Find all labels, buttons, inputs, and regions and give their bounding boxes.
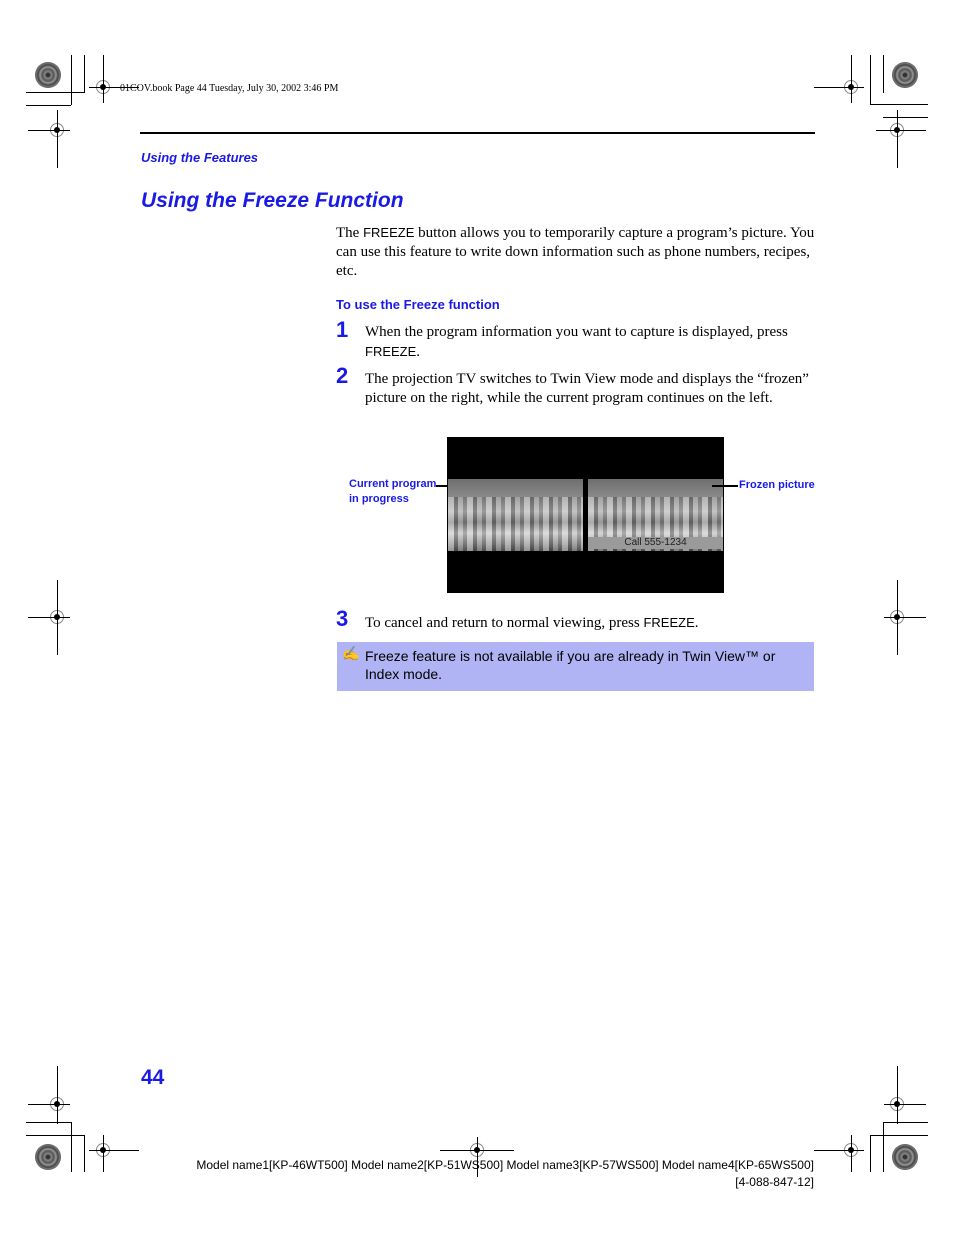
freeze-button-ref: FREEZE [365,344,417,359]
pencil-note-icon: ✍ [342,647,360,662]
current-program-picture [448,479,583,551]
callout-line [712,485,738,487]
footer: Model name1[KP-46WT500] Model name2[KP-5… [196,1157,814,1191]
step-number: 1 [336,317,349,342]
note-text: Freeze feature is not available if you a… [365,648,776,682]
step-text: When the program information you want to… [365,324,788,360]
frozen-picture-label: Frozen picture [739,479,815,491]
registration-disc-icon [35,1144,61,1170]
registration-disc-icon [892,1144,918,1170]
step-text: The projection TV switches to Twin View … [365,371,809,406]
page-title: Using the Freeze Function [141,189,404,212]
registration-disc-icon [892,62,918,88]
freeze-button-ref: FREEZE [363,225,415,240]
step-text: To cancel and return to normal viewing, … [365,615,699,631]
note-box: ✍ Freeze feature is not available if you… [337,642,814,691]
twin-view-figure: Call 555-1234 [447,437,724,593]
current-program-label: Current program in progress [349,478,437,505]
intro-paragraph: The FREEZE button allows you to temporar… [336,225,815,279]
header-rule [140,132,815,134]
step-number: 3 [336,606,349,631]
footer-code: [4-088-847-12] [735,1175,814,1189]
procedure-heading: To use the Freeze function [336,297,500,312]
page-number: 44 [141,1066,165,1089]
registration-disc-icon [35,62,61,88]
freeze-button-ref: FREEZE [643,615,695,630]
frozen-picture: Call 555-1234 [588,479,723,551]
footer-models: Model name1[KP-46WT500] Model name2[KP-5… [196,1158,814,1172]
step-number: 2 [336,363,349,388]
section-title: Using the Features [141,150,259,165]
book-info: 01COV.book Page 44 Tuesday, July 30, 200… [120,83,339,94]
caption-bar: Call 555-1234 [588,537,723,549]
